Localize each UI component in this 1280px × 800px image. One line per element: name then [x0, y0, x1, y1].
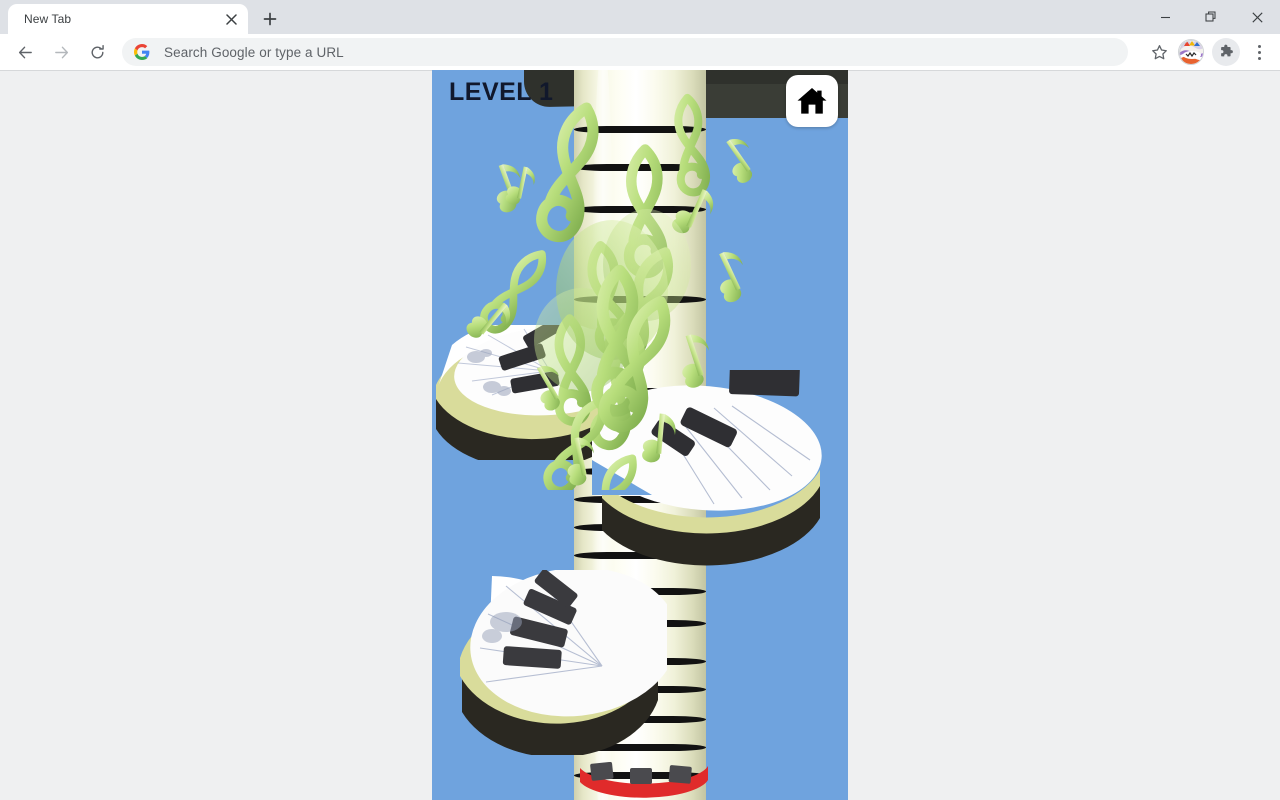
browser-window: New Tab Search Google or type a URL LEVE…: [0, 0, 1280, 800]
menu-dot: [1257, 50, 1261, 54]
menu-dot: [1257, 44, 1261, 48]
music-note: [671, 330, 719, 391]
tab-strip: New Tab: [0, 0, 1280, 34]
bookmark-button[interactable]: [1144, 37, 1174, 67]
music-note: [463, 293, 517, 349]
close-window-button[interactable]: [1234, 0, 1280, 34]
forward-arrow-icon: [54, 46, 68, 58]
extensions-button[interactable]: [1212, 38, 1240, 66]
music-note: [641, 412, 677, 465]
toolbar-right-group: [1134, 37, 1280, 67]
page-content: LEVEL 1: [0, 70, 1280, 800]
puzzle-piece-icon: [1221, 44, 1233, 57]
home-icon: [797, 88, 827, 114]
danger-platform[interactable]: [578, 761, 710, 800]
piano-platform-lower-left[interactable]: [452, 567, 678, 758]
close-icon[interactable]: [223, 11, 239, 27]
forward-button[interactable]: [46, 37, 76, 67]
tab-title: New Tab: [24, 12, 72, 26]
browser-toolbar: Search Google or type a URL: [0, 34, 1280, 70]
search-input[interactable]: Search Google or type a URL: [164, 45, 344, 60]
back-button[interactable]: [10, 37, 40, 67]
address-bar[interactable]: Search Google or type a URL: [122, 38, 1128, 66]
music-note: [715, 133, 765, 186]
reload-button[interactable]: [82, 37, 112, 67]
maximize-button[interactable]: [1188, 0, 1234, 34]
home-button[interactable]: [786, 75, 838, 127]
back-arrow-icon: [18, 46, 32, 58]
star-icon: [1151, 44, 1167, 59]
level-indicator: LEVEL 1: [449, 78, 554, 106]
window-controls: [1142, 0, 1280, 34]
minimize-button[interactable]: [1142, 0, 1188, 34]
plus-icon: [263, 12, 277, 26]
new-tab-button[interactable]: [256, 5, 284, 33]
game-canvas[interactable]: LEVEL 1: [432, 70, 848, 800]
profile-avatar[interactable]: [1178, 39, 1204, 65]
three-dot-menu-icon[interactable]: [1246, 37, 1272, 67]
google-g-icon: [134, 44, 150, 60]
reload-icon: [91, 44, 104, 58]
music-note: [667, 97, 711, 195]
menu-dot: [1257, 56, 1261, 60]
music-note-cluster: [462, 90, 792, 490]
music-note: [539, 104, 596, 239]
music-note: [706, 246, 756, 305]
tab-new-tab[interactable]: New Tab: [8, 4, 248, 34]
